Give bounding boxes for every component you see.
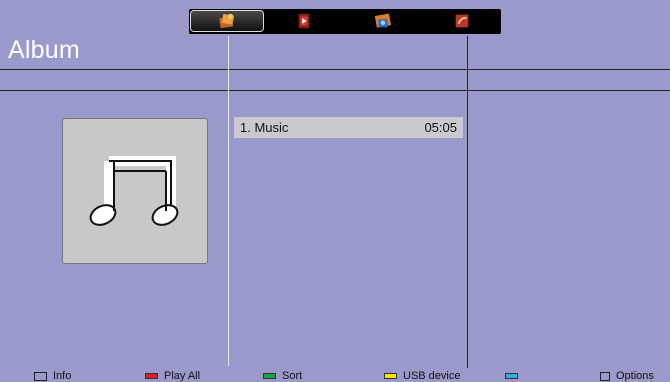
media-tab-bar [189,9,501,34]
blue-hint[interactable] [505,370,524,382]
play-all-hint[interactable]: Play All [145,370,200,382]
divider-header [0,90,670,91]
track-row[interactable]: 1. Music 05:05 [234,117,463,138]
tab-music[interactable] [425,10,499,32]
column-divider-right [467,36,468,368]
options-hint[interactable]: Options [600,370,654,382]
yellow-key-icon [384,373,397,379]
usb-device-label: USB device [403,370,461,382]
track-duration: 05:05 [424,120,457,135]
video-icon [298,13,310,29]
tab-all-media[interactable] [190,10,264,32]
all-media-icon [219,13,234,29]
sort-hint[interactable]: Sort [263,370,302,382]
tab-video[interactable] [267,10,341,32]
footer-hints: Info Play All Sort USB device Options [0,370,670,382]
info-key-icon [34,371,47,381]
play-all-label: Play All [164,370,201,382]
usb-device-hint[interactable]: USB device [384,370,460,382]
red-key-icon [145,373,158,379]
music-icon [455,14,469,28]
sort-label: Sort [282,370,303,382]
music-note-icon [89,156,179,226]
info-hint[interactable]: Info [34,370,71,382]
tab-photo[interactable] [346,10,420,32]
info-label: Info [53,370,72,382]
divider-top [0,69,670,70]
options-key-icon [600,371,610,381]
column-divider-left [228,36,229,366]
page-title: Album [8,36,80,64]
blue-key-icon [505,373,518,379]
photo-icon [374,13,392,28]
track-title: 1. Music [240,120,289,135]
options-label: Options [616,370,654,382]
album-art [62,118,208,264]
green-key-icon [263,373,276,379]
